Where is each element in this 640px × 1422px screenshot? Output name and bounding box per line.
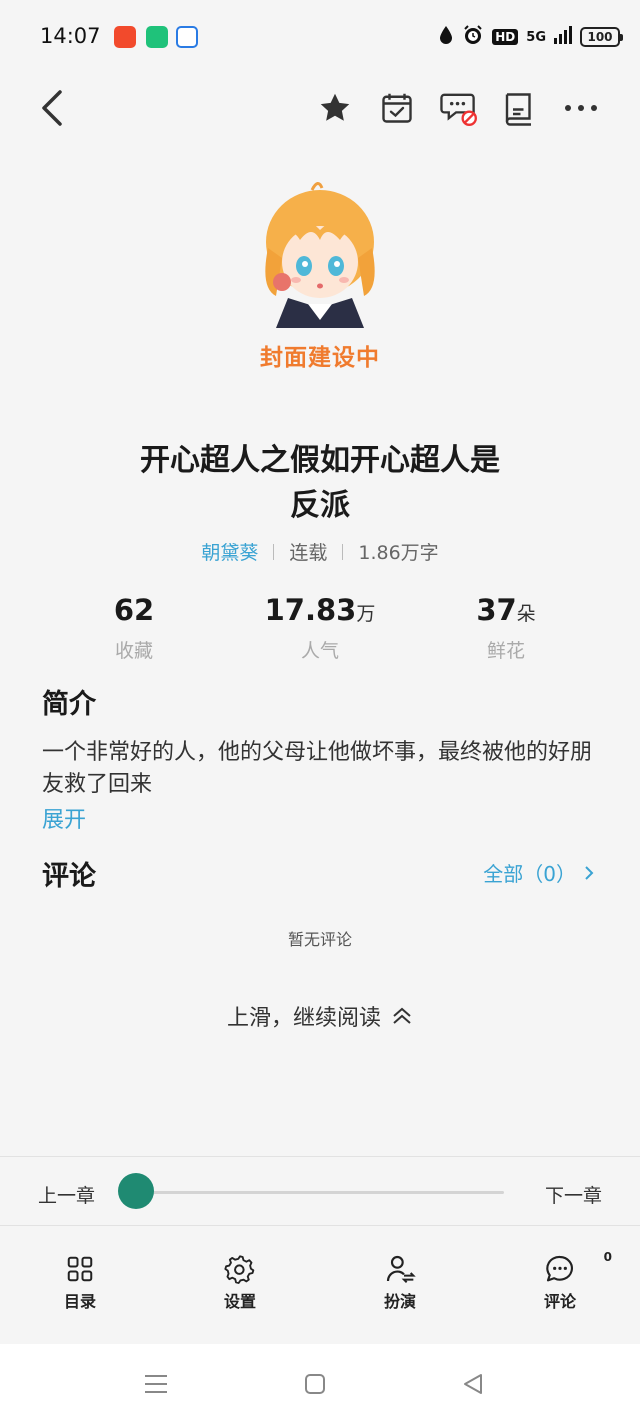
comment-off-icon (440, 93, 477, 126)
double-chevron-up-icon (393, 1007, 411, 1024)
checkin-button[interactable] (375, 86, 419, 130)
nav-roleplay[interactable]: 扮演 (360, 1252, 440, 1312)
stat-value: 62 (113, 593, 155, 627)
stat-value: 17.83 (264, 593, 357, 627)
stat-label: 鲜花 (486, 640, 525, 662)
chat-bubble-icon (546, 1255, 573, 1282)
favorite-button[interactable] (313, 86, 357, 130)
triangle-back-icon (464, 1374, 482, 1394)
book-cover[interactable]: 封面建设中 (230, 178, 410, 378)
divider (273, 543, 275, 560)
person-swap-icon (386, 1255, 416, 1284)
stat-flowers: 37朵 鲜花 (426, 592, 586, 663)
gear-icon (224, 1255, 255, 1284)
author-link[interactable]: 朝黛葵 (201, 538, 258, 565)
calendar-check-icon (382, 93, 412, 123)
hd-icon: HD (492, 29, 519, 45)
expand-link[interactable]: 展开 (42, 802, 86, 834)
all-comments-label: 全部（0） (483, 862, 576, 886)
prev-chapter-button[interactable]: 上一章 (38, 1181, 95, 1208)
book-title-line2: 反派 (290, 488, 350, 523)
more-button[interactable] (559, 86, 603, 130)
square-icon (305, 1374, 325, 1394)
star-icon (320, 93, 350, 121)
nav-settings[interactable]: 设置 (200, 1252, 280, 1312)
recents-button[interactable] (141, 1370, 171, 1398)
book-title-line1: 开心超人之假如开心超人是 (140, 443, 500, 478)
nav-label: 评论 (543, 1292, 576, 1311)
menu-lines-icon (145, 1375, 167, 1393)
status-time: 14:07 (40, 24, 101, 48)
nav-catalog[interactable]: 目录 (40, 1252, 120, 1312)
arch-app-icon (176, 26, 198, 48)
stat-label: 收藏 (114, 640, 153, 662)
shopping-app-icon (114, 26, 136, 48)
word-count: 1.86万字 (358, 542, 439, 564)
bottom-nav: 目录 设置 扮演 评论 0 (0, 1226, 640, 1344)
alarm-icon (462, 24, 484, 50)
continue-reading[interactable]: 上滑，继续阅读 (0, 1000, 640, 1032)
signal-icon (554, 26, 572, 48)
back-button[interactable] (30, 86, 74, 130)
home-button[interactable] (300, 1370, 330, 1398)
nav-label: 目录 (63, 1292, 96, 1311)
book-icon (505, 93, 531, 126)
battery-icon: 100 (580, 27, 623, 47)
chapter-navigation: 上一章 下一章 (0, 1156, 640, 1226)
continue-reading-label: 上滑，继续阅读 (226, 1006, 381, 1031)
battery-app-icon (146, 26, 168, 48)
stat-label: 人气 (300, 640, 339, 662)
danmaku-toggle-button[interactable] (437, 86, 481, 130)
book-detail-button[interactable] (497, 86, 541, 130)
chevron-right-icon (585, 865, 594, 880)
stat-value: 37 (476, 593, 517, 627)
system-back-button[interactable] (458, 1370, 488, 1398)
book-title: 开心超人之假如开心超人是 反派 (80, 438, 560, 528)
network-label: 5G (526, 29, 546, 45)
data-saver-icon (438, 25, 454, 49)
comments-heading: 评论 (42, 861, 96, 892)
intro-text: 一个非常好的人，他的父母让他做坏事，最终被他的好朋友救了回来 (42, 740, 593, 797)
cover-placeholder-label: 封面建设中 (260, 345, 380, 371)
more-icon (565, 105, 597, 111)
chapter-progress-track[interactable] (136, 1191, 504, 1194)
back-icon (42, 90, 62, 126)
status-bar: 14:07 HD 5G 100 (0, 0, 640, 76)
toolbar (0, 76, 640, 140)
stat-unit: 朵 (516, 603, 536, 625)
stat-unit: 万 (356, 603, 376, 625)
comment-count-badge: 0 (603, 1250, 612, 1264)
empty-comments-text: 暂无评论 (287, 930, 352, 949)
book-meta: 朝黛葵 连载 1.86万字 (0, 538, 640, 565)
chapter-progress-thumb[interactable] (118, 1173, 154, 1209)
divider (342, 543, 344, 560)
nav-comments[interactable]: 评论 0 (520, 1250, 612, 1312)
serial-status: 连载 (289, 542, 328, 564)
intro-heading: 简介 (42, 689, 96, 720)
stat-favorites: 62 收藏 (54, 592, 214, 663)
nav-label: 扮演 (383, 1292, 416, 1311)
next-chapter-button[interactable]: 下一章 (545, 1181, 602, 1208)
nav-label: 设置 (223, 1292, 256, 1311)
system-navigation-bar (0, 1344, 640, 1422)
all-comments-link[interactable]: 全部（0） (483, 858, 594, 887)
stat-popularity: 17.83万 人气 (240, 592, 400, 663)
anime-girl-illustration (265, 182, 375, 328)
grid-icon (67, 1256, 93, 1282)
